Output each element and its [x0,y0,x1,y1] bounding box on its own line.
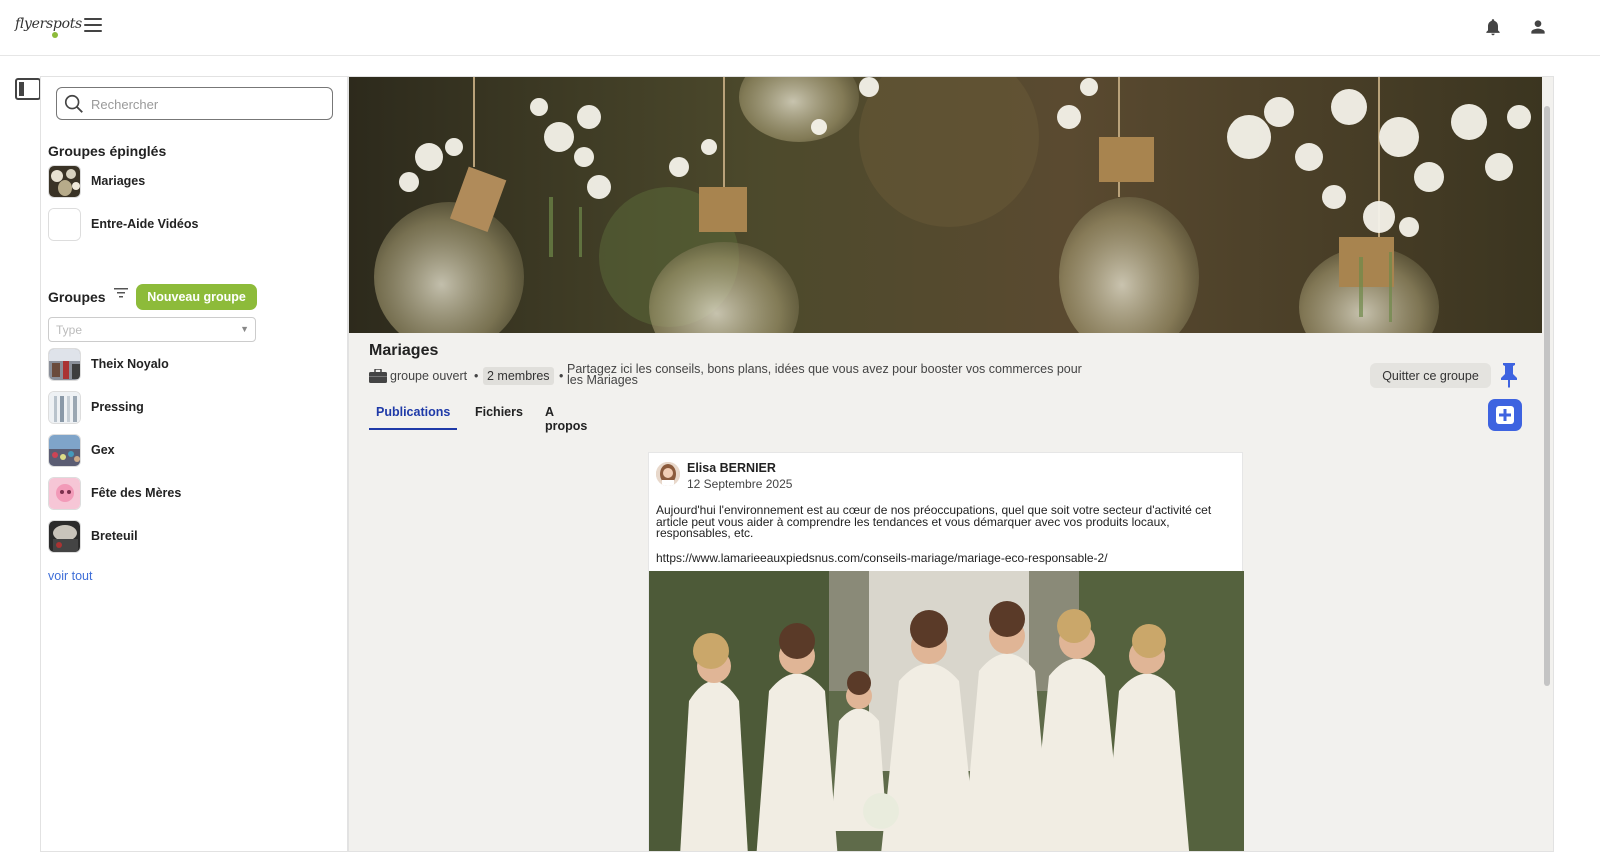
briefcase-icon [369,369,387,383]
group-description: Partagez ici les conseils, bons plans, i… [567,362,1082,387]
group-thumbnail [48,165,81,198]
app-logo[interactable]: flyerspots [15,16,82,32]
group-item-theix-noyalo[interactable]: Theix Noyalo [48,348,328,382]
group-item-pressing[interactable]: Pressing [48,391,328,425]
type-select[interactable]: Type ▼ [48,317,256,342]
quit-group-button[interactable]: Quitter ce groupe [1370,363,1491,388]
group-item-fete-des-meres[interactable]: Fête des Mères [48,477,328,511]
see-all-link[interactable]: voir tout [48,569,92,583]
pinned-groups-title: Groupes épinglés [48,143,167,159]
pinned-item-entre-aide-videos[interactable]: Entre-Aide Vidéos [48,208,328,242]
tab-publications[interactable]: Publications [369,401,458,430]
user-icon[interactable] [1528,17,1548,37]
post-body: Aujourd'hui l'environnement est au cœur … [656,503,1212,540]
hamburger-icon[interactable] [84,18,102,34]
group-label: Entre-Aide Vidéos [91,217,199,231]
group-thumbnail [48,208,81,241]
group-thumbnail [48,477,81,510]
post-card: Elisa BERNIER 12 Septembre 2025 Aujourd'… [648,452,1244,851]
group-main: Mariages groupe ouvert • 2 membres • Par… [348,76,1554,852]
bell-icon[interactable] [1483,17,1503,37]
group-label: Breteuil [91,529,138,543]
members-badge[interactable]: 2 membres [483,367,554,385]
meta-separator: • [559,369,564,383]
groups-sidebar: Groupes épinglés Mariages Entre-Aide Vid… [40,76,348,852]
group-meta: groupe ouvert • 2 membres • Partagez ici… [369,363,1089,399]
group-thumbnail [48,348,81,381]
group-item-breteuil[interactable]: Breteuil [48,520,328,554]
post-date: 12 Septembre 2025 [687,477,793,491]
group-label: Mariages [91,174,146,188]
group-visibility: groupe ouvert [390,369,468,383]
scrollbar[interactable] [1541,76,1554,852]
type-select-placeholder: Type [56,323,83,337]
search-box [56,87,333,120]
post-author[interactable]: Elisa BERNIER [687,461,776,475]
avatar[interactable] [656,462,680,486]
top-bar: flyerspots [0,0,1600,56]
group-label: Gex [91,443,115,457]
meta-separator: • [474,369,479,383]
groups-title: Groupes [48,289,106,305]
group-banner-image [349,77,1542,333]
group-label: Fête des Mères [91,486,182,500]
pinned-item-mariages[interactable]: Mariages [48,165,328,199]
search-icon [64,94,83,113]
filter-icon[interactable] [114,287,128,299]
add-post-button[interactable] [1488,399,1522,431]
sidebar-toggle-icon[interactable] [15,78,41,100]
group-thumbnail [48,391,81,424]
tab-fichiers[interactable]: Fichiers [468,401,530,430]
post-image[interactable] [649,571,1244,851]
plus-square-icon [1496,406,1514,424]
group-label: Pressing [91,400,144,414]
new-group-button[interactable]: Nouveau groupe [136,284,257,310]
search-input[interactable] [91,94,321,114]
group-item-gex[interactable]: Gex [48,434,328,468]
group-thumbnail [48,520,81,553]
tab-a-propos[interactable]: A propos [538,401,594,433]
scroll-thumb[interactable] [1544,106,1550,686]
pin-icon[interactable] [1499,362,1519,388]
logo-dot [52,32,58,38]
group-thumbnail [48,434,81,467]
chevron-down-icon: ▼ [240,324,249,334]
group-label: Theix Noyalo [91,357,169,371]
post-link[interactable]: https://www.lamarieeauxpiedsnus.com/cons… [656,551,1108,565]
group-title: Mariages [369,342,439,359]
